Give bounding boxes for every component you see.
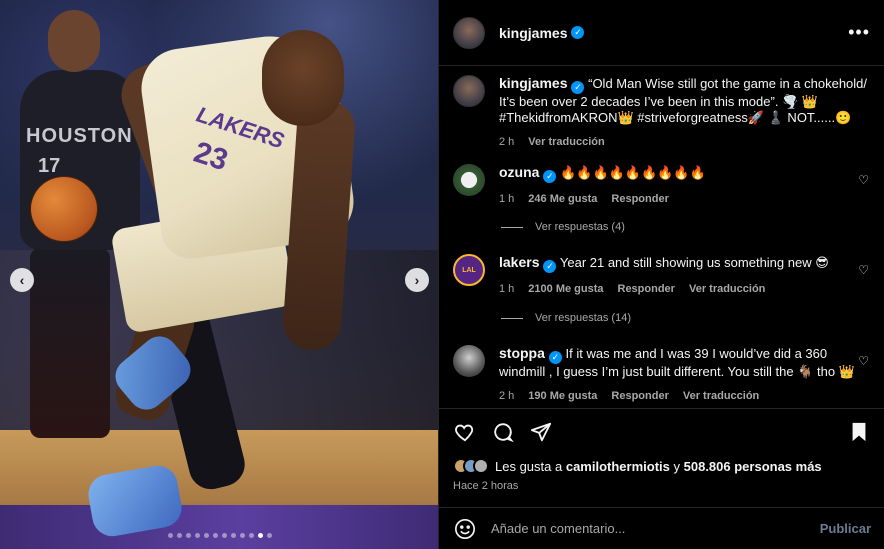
avatar[interactable]	[453, 164, 485, 196]
comment-username[interactable]: stoppa	[499, 345, 545, 361]
avatar[interactable]	[453, 345, 485, 377]
heart-icon[interactable]: ♡	[858, 263, 869, 277]
comment-likes[interactable]: 190 Me gusta	[528, 388, 597, 404]
like-heart-icon[interactable]	[453, 420, 477, 444]
carousel-dot	[213, 533, 218, 538]
add-comment-bar: Publicar	[439, 507, 884, 549]
reply-button[interactable]: Responder	[611, 388, 668, 404]
comment-text: 🔥🔥🔥🔥🔥🔥🔥🔥🔥	[560, 165, 706, 180]
comment-username[interactable]: lakers	[499, 254, 539, 270]
chevron-right-icon[interactable]: ›	[405, 268, 429, 292]
carousel-dot	[195, 533, 200, 538]
see-translation-link[interactable]: Ver traducción	[683, 388, 759, 404]
replies-line	[501, 317, 523, 319]
carousel-dot	[168, 533, 173, 538]
publish-button[interactable]: Publicar	[820, 521, 871, 536]
chevron-left-icon[interactable]: ‹	[10, 268, 34, 292]
comment-input[interactable]	[491, 521, 820, 536]
player-houston-legs	[30, 248, 110, 438]
avatar[interactable]: LAL	[453, 254, 485, 286]
comment-likes[interactable]: 246 Me gusta	[528, 191, 597, 207]
view-replies-label[interactable]: Ver respuestas (4)	[535, 221, 625, 233]
caption: kingjames ✓ “Old Man Wise still got the g…	[453, 75, 873, 150]
liker-avatar	[473, 458, 489, 474]
heart-icon[interactable]: ♡	[858, 354, 869, 368]
comments-list: kingjames ✓ “Old Man Wise still got the g…	[439, 67, 884, 407]
jersey-number-houston: 17	[38, 155, 61, 177]
author-username[interactable]: kingjames	[499, 25, 567, 41]
view-replies-label[interactable]: Ver respuestas (14)	[535, 312, 631, 324]
liker-username[interactable]: camilothermiotis	[566, 459, 670, 474]
see-translation-link[interactable]: Ver traducción	[689, 281, 765, 297]
see-translation-link[interactable]: Ver traducción	[528, 134, 604, 150]
carousel-dot	[222, 533, 227, 538]
post-side-panel: kingjames ✓ ••• kingjames ✓ “Old Man Wise…	[438, 0, 884, 549]
likes-middle: y	[673, 458, 681, 474]
comment-bubble-icon[interactable]	[491, 420, 515, 444]
verified-icon: ✓	[543, 259, 557, 273]
verified-icon: ✓	[571, 80, 585, 94]
carousel-dot	[186, 533, 191, 538]
carousel-dots	[168, 533, 272, 538]
likes-prefix: Les gusta a	[495, 458, 563, 474]
post-header: kingjames ✓ •••	[439, 0, 884, 66]
caption-username[interactable]: kingjames	[499, 75, 567, 91]
instagram-post-modal: HOUSTON 17 LAKERS 23 ‹ › kingjames ✓ •••	[0, 0, 884, 549]
carousel-dot	[177, 533, 182, 538]
heart-icon[interactable]: ♡	[858, 173, 869, 187]
comment-time: 1 h	[499, 192, 515, 205]
comment-item: LAL lakers ✓ Year 21 and still showing us…	[453, 254, 873, 297]
view-replies[interactable]: Ver respuestas (14)	[501, 312, 631, 324]
caption-time: 2 h	[499, 135, 515, 148]
carousel-dot	[231, 533, 236, 538]
reply-button[interactable]: Responder	[618, 281, 675, 297]
comment-text: Year 21 and still showing us something n…	[559, 255, 829, 270]
comment-item: stoppa ✓ If it was me and I was 39 I woul…	[453, 345, 873, 404]
player-houston-head	[48, 10, 100, 72]
share-paper-plane-icon[interactable]	[529, 420, 553, 444]
comment-likes[interactable]: 2100 Me gusta	[528, 281, 603, 297]
reply-button[interactable]: Responder	[611, 191, 668, 207]
likes-summary: Les gusta a camilothermiotis y 508.806 p…	[453, 458, 822, 474]
player-lakers-head	[262, 30, 344, 126]
comment-username[interactable]: ozuna	[499, 164, 539, 180]
avatar[interactable]	[453, 16, 485, 49]
likes-count[interactable]: 508.806 personas más	[684, 459, 822, 474]
basketball	[30, 176, 98, 242]
post-author[interactable]: kingjames ✓	[499, 25, 585, 41]
carousel-dot	[204, 533, 209, 538]
view-replies[interactable]: Ver respuestas (4)	[501, 221, 625, 233]
bookmark-icon[interactable]	[847, 420, 871, 444]
court-stripe	[0, 505, 438, 549]
avatar[interactable]	[453, 75, 485, 107]
post-actions	[439, 408, 884, 454]
carousel-dot	[249, 533, 254, 538]
carousel-dot	[258, 533, 263, 538]
carousel-dot	[240, 533, 245, 538]
verified-icon: ✓	[548, 350, 562, 364]
comment-item: ozuna ✓ 🔥🔥🔥🔥🔥🔥🔥🔥🔥 1 h 246 Me gusta Respon…	[453, 164, 873, 207]
verified-icon: ✓	[543, 169, 557, 183]
emoji-smiley-icon[interactable]	[453, 517, 477, 541]
comment-time: 2 h	[499, 389, 515, 402]
likes-text: Les gusta a camilothermiotis y 508.806 p…	[495, 459, 822, 474]
more-horizontal-icon[interactable]: •••	[848, 22, 870, 43]
comment-time: 1 h	[499, 282, 515, 295]
carousel-dot	[267, 533, 272, 538]
posted-time[interactable]: Hace 2 horas	[453, 480, 518, 492]
replies-line	[501, 226, 523, 228]
jersey-text-houston: HOUSTON	[26, 125, 133, 147]
post-photo[interactable]: HOUSTON 17 LAKERS 23 ‹ ›	[0, 0, 438, 549]
verified-icon: ✓	[571, 26, 585, 39]
